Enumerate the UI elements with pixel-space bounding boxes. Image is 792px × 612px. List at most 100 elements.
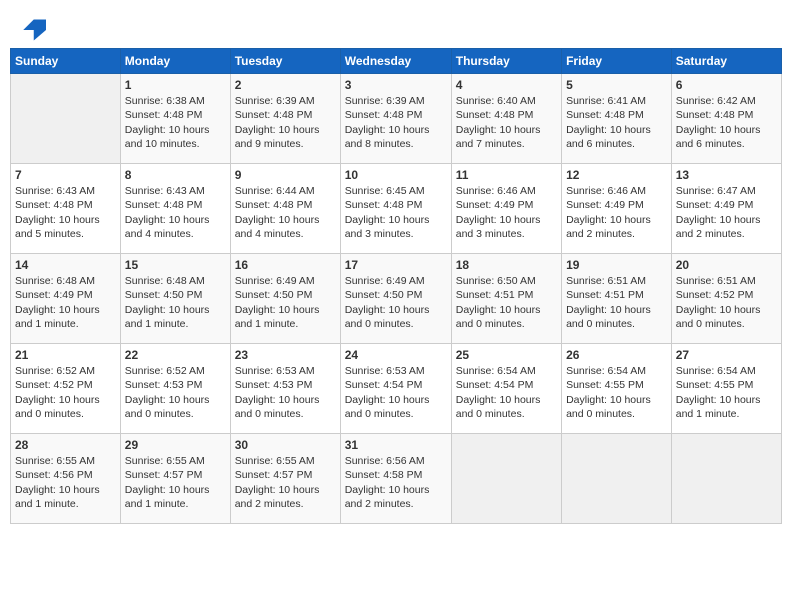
daylight-text: Daylight: 10 hours and 0 minutes. (235, 394, 320, 420)
page-header (10, 10, 782, 44)
day-number: 15 (125, 257, 226, 273)
logo (18, 16, 50, 44)
daylight-text: Daylight: 10 hours and 0 minutes. (456, 304, 541, 330)
calendar-week-row: 7Sunrise: 6:43 AMSunset: 4:48 PMDaylight… (11, 164, 782, 254)
day-number: 8 (125, 167, 226, 183)
day-number: 30 (235, 437, 336, 453)
sunset-text: Sunset: 4:50 PM (125, 289, 203, 301)
calendar-week-row: 1 Sunrise: 6:38 AM Sunset: 4:48 PM Daylight… (11, 74, 782, 164)
day-number: 5 (566, 77, 667, 93)
daylight-text: Daylight: 10 hours and 1 minute. (235, 304, 320, 330)
calendar-cell: 30Sunrise: 6:55 AMSunset: 4:57 PMDayligh… (230, 434, 340, 524)
calendar-cell: 16Sunrise: 6:49 AMSunset: 4:50 PMDayligh… (230, 254, 340, 344)
day-number: 17 (345, 257, 447, 273)
sunrise-text: Sunrise: 6:38 AM (125, 95, 205, 107)
calendar-cell: 19Sunrise: 6:51 AMSunset: 4:51 PMDayligh… (562, 254, 672, 344)
sunrise-text: Sunrise: 6:47 AM (676, 185, 756, 197)
day-number: 1 (125, 77, 226, 93)
day-number: 23 (235, 347, 336, 363)
calendar-cell: 2Sunrise: 6:39 AMSunset: 4:48 PMDaylight… (230, 74, 340, 164)
sunset-text: Sunset: 4:49 PM (566, 199, 644, 211)
calendar-cell: 31Sunrise: 6:56 AMSunset: 4:58 PMDayligh… (340, 434, 451, 524)
calendar-cell: 17Sunrise: 6:49 AMSunset: 4:50 PMDayligh… (340, 254, 451, 344)
day-number: 2 (235, 77, 336, 93)
sunset-text: Sunset: 4:56 PM (15, 469, 93, 481)
sunset-text: Sunset: 4:49 PM (15, 289, 93, 301)
sunset-text: Sunset: 4:48 PM (15, 199, 93, 211)
daylight-text: Daylight: 10 hours and 2 minutes. (235, 484, 320, 510)
calendar-cell: 6Sunrise: 6:42 AMSunset: 4:48 PMDaylight… (671, 74, 781, 164)
day-number: 4 (456, 77, 557, 93)
daylight-text: Daylight: 10 hours and 6 minutes. (566, 124, 651, 150)
sunrise-text: Sunrise: 6:39 AM (235, 95, 315, 107)
sunset-text: Sunset: 4:52 PM (15, 379, 93, 391)
calendar-cell: 1Sunrise: 6:38 AMSunset: 4:48 PMDaylight… (120, 74, 230, 164)
sunset-text: Sunset: 4:48 PM (566, 109, 644, 121)
day-number: 31 (345, 437, 447, 453)
day-number: 25 (456, 347, 557, 363)
daylight-text: Daylight: 10 hours and 9 minutes. (235, 124, 320, 150)
sunset-text: Sunset: 4:51 PM (456, 289, 534, 301)
sunset-text: Sunset: 4:50 PM (235, 289, 313, 301)
calendar-cell: 22Sunrise: 6:52 AMSunset: 4:53 PMDayligh… (120, 344, 230, 434)
calendar-cell: 11Sunrise: 6:46 AMSunset: 4:49 PMDayligh… (451, 164, 561, 254)
calendar-cell (562, 434, 672, 524)
sunset-text: Sunset: 4:53 PM (235, 379, 313, 391)
weekday-header: Saturday (671, 49, 781, 74)
calendar-cell: 9Sunrise: 6:44 AMSunset: 4:48 PMDaylight… (230, 164, 340, 254)
daylight-text: Daylight: 10 hours and 0 minutes. (345, 394, 430, 420)
sunset-text: Sunset: 4:48 PM (125, 199, 203, 211)
calendar-cell: 20Sunrise: 6:51 AMSunset: 4:52 PMDayligh… (671, 254, 781, 344)
sunset-text: Sunset: 4:54 PM (345, 379, 423, 391)
sunrise-text: Sunrise: 6:52 AM (15, 365, 95, 377)
sunset-text: Sunset: 4:48 PM (125, 109, 203, 121)
sunset-text: Sunset: 4:49 PM (676, 199, 754, 211)
calendar-week-row: 14 Sunrise: 6:48 AM Sunset: 4:49 PM Dayligh… (11, 254, 782, 344)
daylight-text: Daylight: 10 hours and 2 minutes. (676, 214, 761, 240)
daylight-text: Daylight: 10 hours and 0 minutes. (566, 394, 651, 420)
sunrise-text: Sunrise: 6:48 AM (15, 275, 95, 287)
day-number: 6 (676, 77, 777, 93)
sunset-text: Sunset: 4:48 PM (345, 109, 423, 121)
calendar-cell: 14Sunrise: 6:48 AMSunset: 4:49 PMDayligh… (11, 254, 121, 344)
calendar-week-row: 21 Sunrise: 6:52 AM Sunset: 4:52 PM Dayligh… (11, 344, 782, 434)
sunrise-text: Sunrise: 6:43 AM (15, 185, 95, 197)
daylight-text: Daylight: 10 hours and 0 minutes. (676, 304, 761, 330)
day-number: 12 (566, 167, 667, 183)
sunset-text: Sunset: 4:48 PM (235, 199, 313, 211)
calendar-cell: 15Sunrise: 6:48 AMSunset: 4:50 PMDayligh… (120, 254, 230, 344)
calendar-cell: 23Sunrise: 6:53 AMSunset: 4:53 PMDayligh… (230, 344, 340, 434)
daylight-text: Daylight: 10 hours and 1 minute. (125, 484, 210, 510)
sunrise-text: Sunrise: 6:46 AM (566, 185, 646, 197)
calendar-cell: 10Sunrise: 6:45 AMSunset: 4:48 PMDayligh… (340, 164, 451, 254)
sunset-text: Sunset: 4:54 PM (456, 379, 534, 391)
sunrise-text: Sunrise: 6:49 AM (345, 275, 425, 287)
day-number: 20 (676, 257, 777, 273)
day-number: 27 (676, 347, 777, 363)
day-number: 22 (125, 347, 226, 363)
daylight-text: Daylight: 10 hours and 0 minutes. (566, 304, 651, 330)
weekday-header: Friday (562, 49, 672, 74)
daylight-text: Daylight: 10 hours and 0 minutes. (345, 304, 430, 330)
sunrise-text: Sunrise: 6:42 AM (676, 95, 756, 107)
daylight-text: Daylight: 10 hours and 5 minutes. (15, 214, 100, 240)
calendar-cell: 27Sunrise: 6:54 AMSunset: 4:55 PMDayligh… (671, 344, 781, 434)
calendar-cell: 8Sunrise: 6:43 AMSunset: 4:48 PMDaylight… (120, 164, 230, 254)
day-number: 21 (15, 347, 116, 363)
calendar-cell: 29Sunrise: 6:55 AMSunset: 4:57 PMDayligh… (120, 434, 230, 524)
calendar-cell: 5Sunrise: 6:41 AMSunset: 4:48 PMDaylight… (562, 74, 672, 164)
calendar-week-row: 28Sunrise: 6:55 AMSunset: 4:56 PMDayligh… (11, 434, 782, 524)
daylight-text: Daylight: 10 hours and 0 minutes. (125, 394, 210, 420)
sunrise-text: Sunrise: 6:54 AM (676, 365, 756, 377)
calendar-cell: 26Sunrise: 6:54 AMSunset: 4:55 PMDayligh… (562, 344, 672, 434)
weekday-header: Sunday (11, 49, 121, 74)
sunset-text: Sunset: 4:52 PM (676, 289, 754, 301)
day-number: 3 (345, 77, 447, 93)
calendar-cell: 28Sunrise: 6:55 AMSunset: 4:56 PMDayligh… (11, 434, 121, 524)
daylight-text: Daylight: 10 hours and 1 minute. (676, 394, 761, 420)
calendar-cell: 13Sunrise: 6:47 AMSunset: 4:49 PMDayligh… (671, 164, 781, 254)
sunrise-text: Sunrise: 6:44 AM (235, 185, 315, 197)
day-number: 14 (15, 257, 116, 273)
sunrise-text: Sunrise: 6:45 AM (345, 185, 425, 197)
calendar-cell (11, 74, 121, 164)
